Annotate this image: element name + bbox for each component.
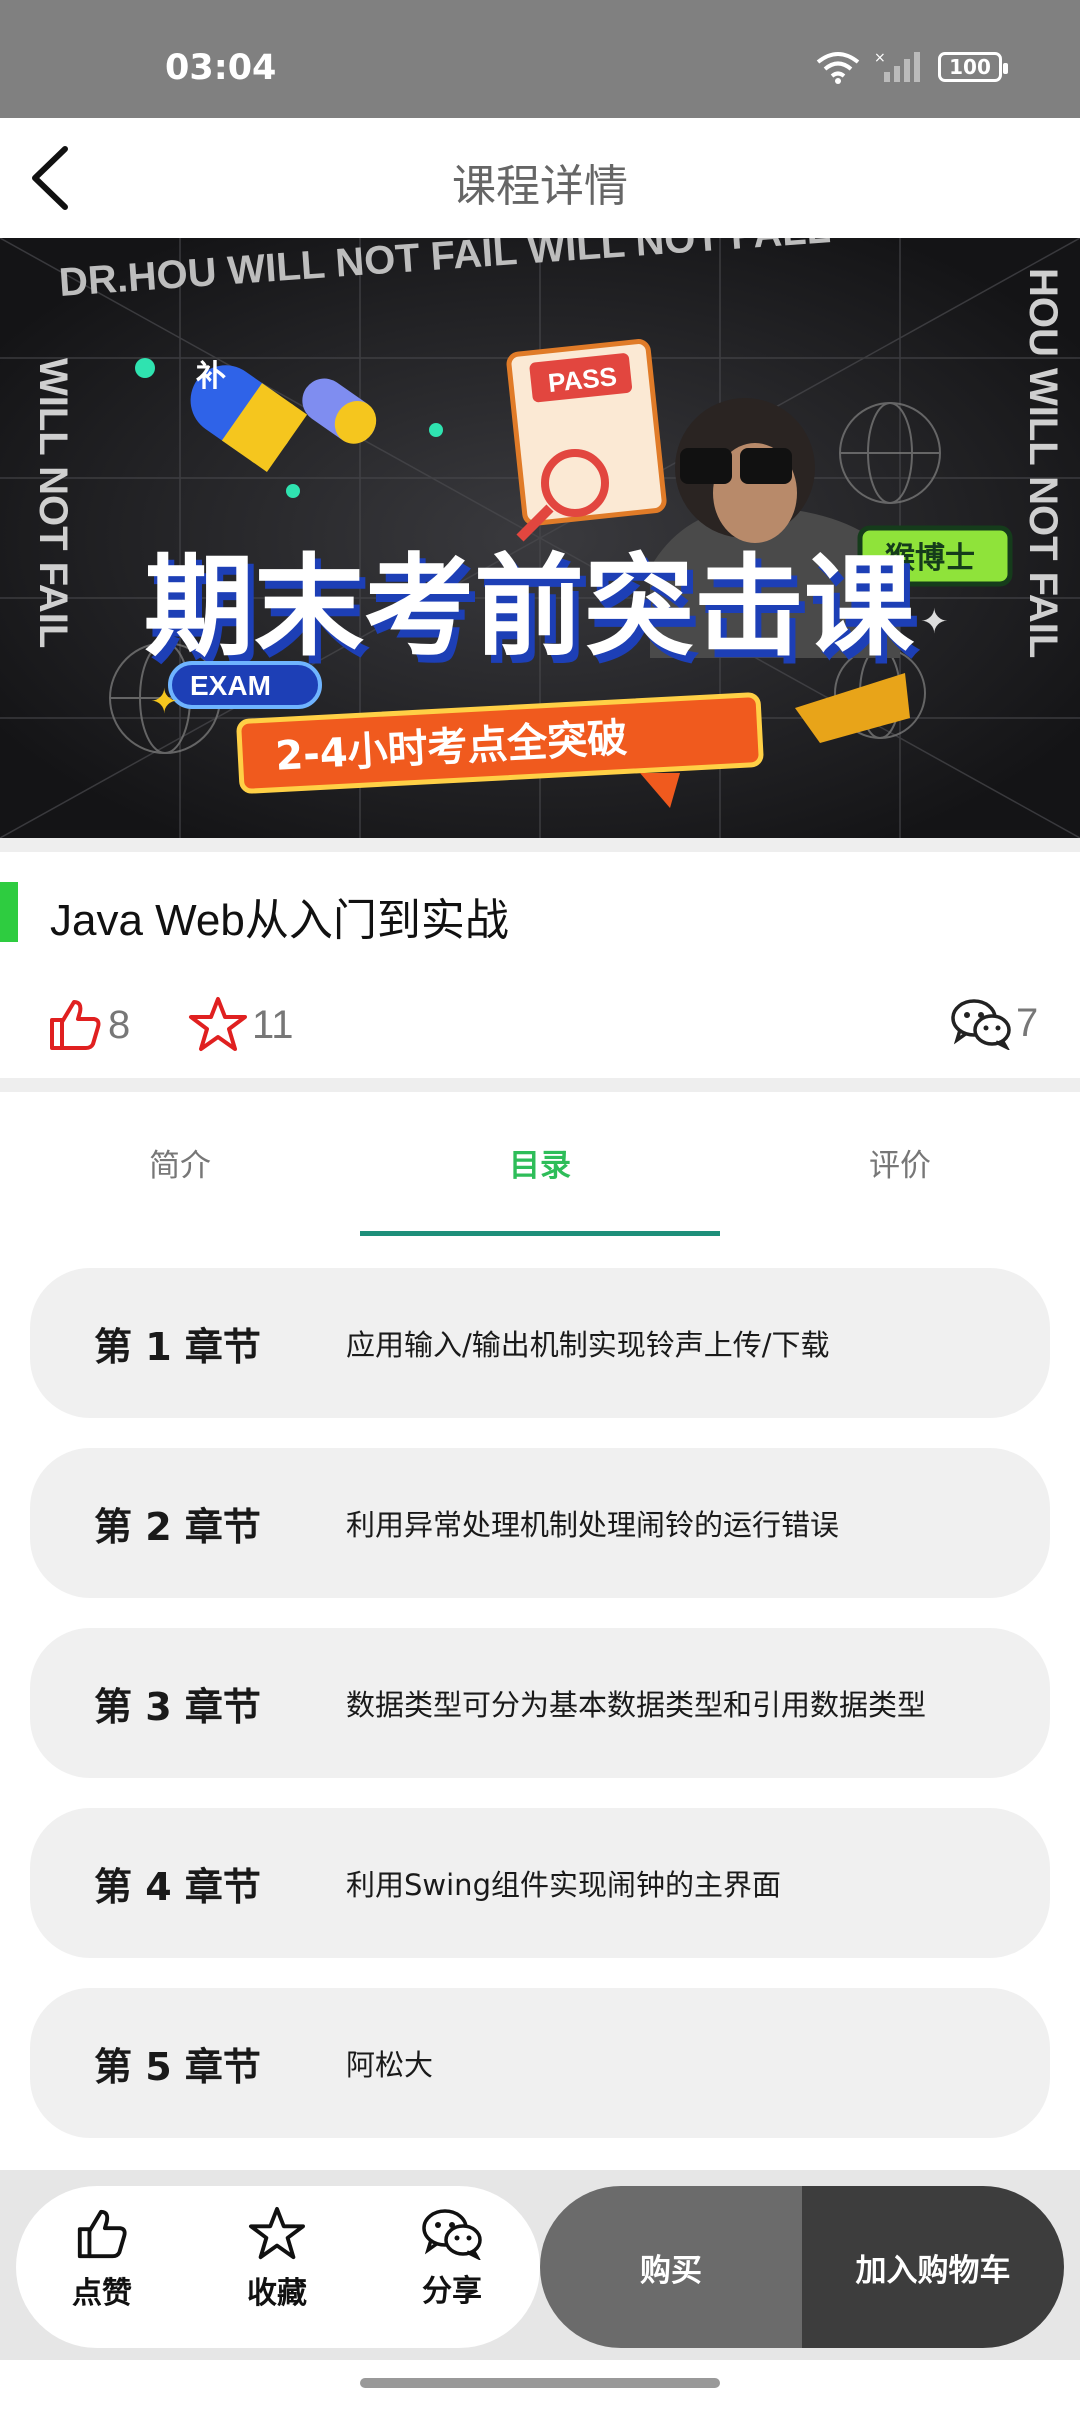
like-count: 8 [108, 1002, 131, 1047]
chapter-title: 利用Swing组件实现闹钟的主界面 [346, 1868, 781, 1902]
chapter-label: 第 4 章节 [94, 1864, 261, 1909]
chapter-item[interactable]: 第 3 章节 数据类型可分为基本数据类型和引用数据类型 [30, 1628, 1050, 1778]
banner-side-left: WILL NOT FAIL [31, 358, 75, 648]
star-icon [189, 997, 247, 1051]
svg-text:×: × [874, 50, 886, 66]
wechat-icon [951, 999, 1011, 1050]
like-button[interactable]: 点赞 [32, 2206, 172, 2312]
chapter-label: 第 3 章节 [94, 1684, 261, 1729]
thumbs-up-icon [77, 2209, 127, 2259]
buy-button[interactable]: 购买 [540, 2186, 802, 2348]
chapter-item[interactable]: 第 5 章节 阿松大 [30, 1988, 1050, 2138]
favorite-button-label: 收藏 [247, 2276, 307, 2311]
status-icons: × 100 [816, 50, 1008, 84]
share-button-label: 分享 [422, 2274, 482, 2309]
comment-count: 7 [1016, 1000, 1039, 1045]
title-accent-bar [0, 882, 18, 942]
tab-reviews[interactable]: 评价 [720, 1140, 1080, 1185]
divider [0, 838, 1080, 852]
home-indicator[interactable] [360, 2378, 720, 2388]
wechat-icon [422, 2209, 482, 2260]
banner-headline: 期末考前突击课 [144, 543, 915, 671]
svg-text:✦: ✦ [920, 602, 949, 642]
chapter-title: 数据类型可分为基本数据类型和引用数据类型 [346, 1688, 927, 1722]
tab-intro[interactable]: 简介 [0, 1140, 360, 1185]
like-button-label: 点赞 [72, 2276, 132, 2311]
favorite-button[interactable]: 收藏 [207, 2206, 347, 2312]
favorite-count: 11 [252, 1002, 294, 1047]
chapter-label: 第 5 章节 [94, 2044, 261, 2089]
chapter-title: 阿松大 [346, 2048, 434, 2082]
svg-text:✦: ✦ [150, 682, 179, 722]
chapter-title: 应用输入/输出机制实现铃声上传/下载 [346, 1328, 830, 1362]
status-time: 03:04 [165, 48, 277, 88]
battery-icon: 100 [938, 52, 1008, 82]
divider [0, 1078, 1080, 1092]
chapter-item[interactable]: 第 4 章节 利用Swing组件实现闹钟的主界面 [30, 1808, 1050, 1958]
banner-pill-tag: 补 [196, 359, 226, 394]
wifi-icon [816, 52, 860, 84]
add-to-cart-button[interactable]: 加入购物车 [802, 2186, 1064, 2348]
like-stat[interactable]: 8 [46, 996, 130, 1054]
tab-catalog[interactable]: 目录 [360, 1140, 720, 1185]
purchase-group: 购买 加入购物车 [540, 2186, 1064, 2348]
signal-icon: × [874, 50, 920, 82]
active-tab-indicator [360, 1231, 720, 1236]
status-bar: 03:04 × 100 [0, 0, 1080, 118]
course-title: Java Web从入门到实战 [50, 896, 509, 945]
thumbs-up-icon [50, 1000, 101, 1050]
star-icon [249, 2206, 305, 2260]
banner-illustration: DR.HOU WILL NOT FAIL WILL NOT FALL WILL … [0, 238, 1080, 838]
banner-exam-badge: EXAM [190, 670, 271, 701]
comment-stat[interactable]: 7 [950, 996, 1038, 1050]
page-title: 课程详情 [452, 161, 628, 212]
share-button[interactable]: 分享 [382, 2206, 522, 2310]
chapter-label: 第 2 章节 [94, 1504, 261, 1549]
chapter-item[interactable]: 第 2 章节 利用异常处理机制处理闹铃的运行错误 [30, 1448, 1050, 1598]
chapter-item[interactable]: 第 1 章节 应用输入/输出机制实现铃声上传/下载 [30, 1268, 1050, 1418]
course-banner: DR.HOU WILL NOT FAIL WILL NOT FALL WILL … [0, 238, 1080, 838]
favorite-stat[interactable]: 11 [188, 996, 294, 1054]
title-bar: 课程详情 [0, 118, 1080, 238]
chapter-label: 第 1 章节 [94, 1324, 261, 1369]
banner-side-right: HOU WILL NOT FAIL [1021, 268, 1065, 658]
chapter-title: 利用异常处理机制处理闹铃的运行错误 [346, 1508, 840, 1542]
